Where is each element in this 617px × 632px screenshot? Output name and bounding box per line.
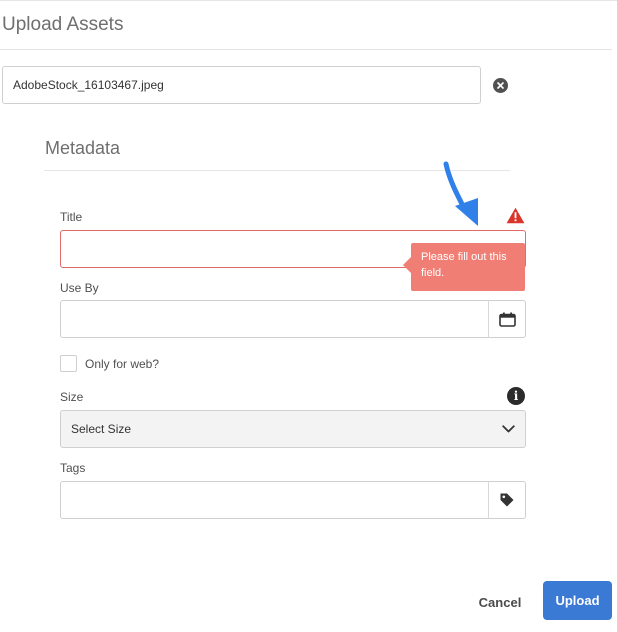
file-name-field: AdobeStock_16103467.jpeg (2, 66, 481, 104)
metadata-section-title: Metadata (45, 138, 121, 158)
title-divider (0, 49, 612, 50)
validation-tooltip: Please fill out this field. (411, 243, 525, 291)
chevron-down-icon (502, 425, 515, 433)
upload-assets-dialog: Upload Assets AdobeStock_16103467.jpeg M… (0, 0, 617, 632)
cancel-button[interactable]: Cancel (472, 590, 528, 614)
size-label: Size (60, 390, 84, 404)
tags-input[interactable] (60, 481, 489, 519)
only-web-checkbox[interactable] (60, 355, 77, 372)
annotation-arrow-icon (443, 161, 478, 226)
only-web-label: Only for web? (85, 357, 160, 371)
title-label: Title (60, 210, 83, 224)
info-icon[interactable]: i (507, 387, 525, 405)
file-name: AdobeStock_16103467.jpeg (13, 78, 164, 92)
tooltip-pointer (403, 257, 411, 273)
date-picker-button[interactable] (488, 300, 526, 338)
upload-button[interactable]: Upload (543, 581, 612, 620)
tags-label: Tags (60, 461, 86, 475)
use-by-input[interactable] (60, 300, 489, 338)
warning-icon (506, 207, 525, 224)
size-select[interactable]: Select Size (60, 410, 526, 448)
remove-file-button[interactable] (493, 78, 508, 93)
tags-picker-button[interactable] (488, 481, 526, 519)
use-by-label: Use By (60, 281, 99, 295)
size-selected-value: Select Size (71, 422, 132, 436)
close-icon (497, 82, 504, 89)
calendar-icon (498, 312, 516, 327)
top-divider (0, 0, 617, 1)
dialog-title: Upload Assets (2, 14, 124, 35)
tag-icon (500, 493, 514, 507)
